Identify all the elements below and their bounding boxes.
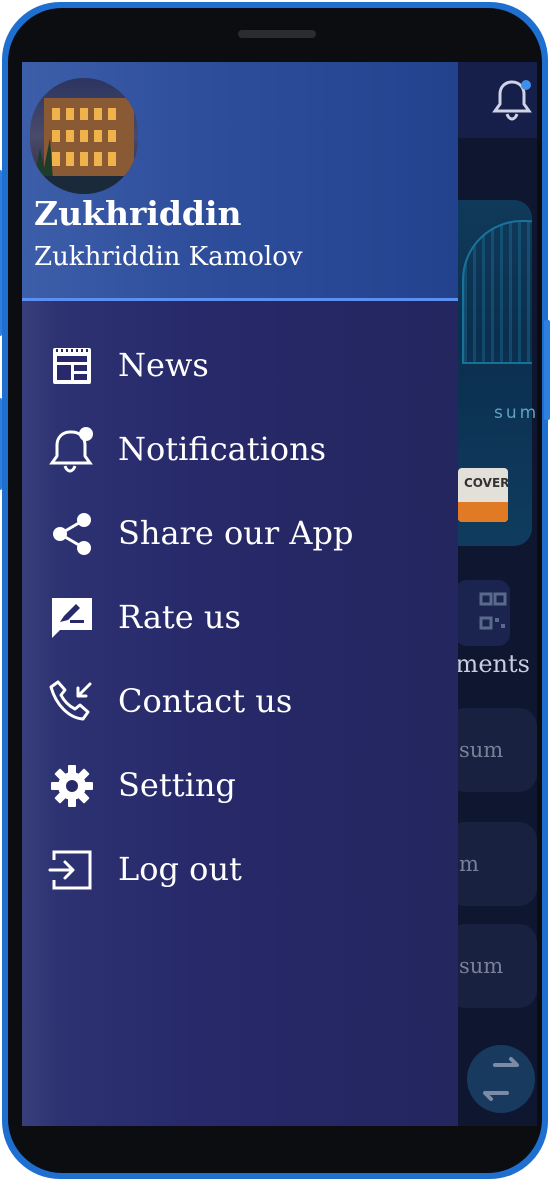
menu-item-label: News — [118, 346, 209, 384]
user-short-name: Zukhriddin — [34, 194, 242, 233]
menu-item-label: Setting — [118, 766, 236, 804]
avatar[interactable] — [30, 78, 138, 194]
notification-bell-icon[interactable] — [492, 76, 532, 122]
menu-item-setting[interactable]: Setting — [22, 750, 458, 826]
avatar-photo — [30, 78, 138, 194]
list-item[interactable]: sum — [447, 708, 537, 792]
card-artwork — [462, 220, 532, 364]
qr-icon — [479, 592, 507, 630]
qr-button[interactable] — [455, 580, 510, 646]
drawer-header: Zukhriddin Zukhriddin Kamolov — [22, 62, 458, 301]
gear-icon — [51, 765, 93, 807]
menu-item-contact[interactable]: Contact us — [22, 666, 458, 742]
speaker-grille — [238, 30, 316, 38]
menu-item-news[interactable]: News — [22, 330, 458, 406]
newspaper-icon — [53, 348, 91, 384]
menu-item-share[interactable]: Share our App — [22, 498, 458, 574]
user-full-name: Zukhriddin Kamolov — [34, 242, 303, 272]
navigation-drawer: Zukhriddin Zukhriddin Kamolov News Notif… — [22, 62, 458, 1126]
menu-item-notifications[interactable]: Notifications — [22, 414, 458, 490]
menu-item-rate[interactable]: Rate us — [22, 582, 458, 658]
menu-item-label: Contact us — [118, 682, 293, 720]
swap-icon — [483, 1057, 519, 1101]
volume-button — [0, 170, 2, 336]
list-item[interactable]: m — [447, 822, 537, 906]
card-brand-stripe — [458, 502, 508, 522]
phone-incoming-icon — [49, 680, 92, 721]
menu-item-label: Share our App — [118, 514, 354, 552]
menu-item-label: Notifications — [118, 430, 327, 468]
menu-item-label: Log out — [118, 850, 242, 888]
side-button — [544, 320, 550, 420]
bell-icon — [49, 427, 93, 473]
logout-icon — [48, 850, 92, 890]
share-icon — [53, 513, 91, 555]
power-button — [0, 398, 2, 490]
card-brand-logo: COVER — [458, 468, 508, 522]
list-item-amount: m — [459, 852, 479, 876]
screen: sum COVER yments sum m sum Zukhriddin Zu… — [22, 62, 537, 1126]
card-currency: sum — [494, 403, 537, 423]
list-item-amount: sum — [459, 738, 504, 762]
transfer-button[interactable] — [467, 1045, 535, 1113]
menu-item-label: Rate us — [118, 598, 241, 636]
card-brand-text: COVER — [464, 476, 508, 490]
list-item[interactable]: sum — [447, 924, 537, 1008]
list-item-amount: sum — [459, 954, 504, 978]
menu-item-logout[interactable]: Log out — [22, 834, 458, 910]
rate-icon — [52, 598, 92, 638]
